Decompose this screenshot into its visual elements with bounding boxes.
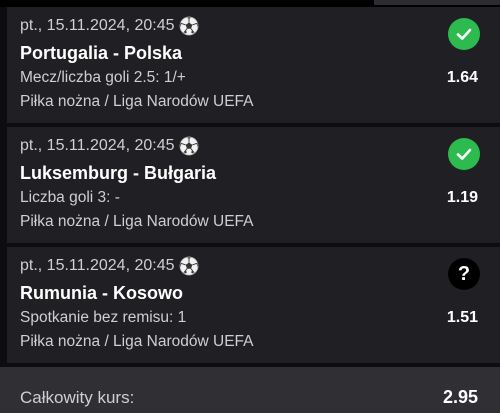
match-name: Rumunia - Kosowo bbox=[20, 283, 183, 303]
checkmark-icon bbox=[448, 138, 480, 170]
bet-date: pt., 15.11.2024, 20:45 bbox=[20, 257, 175, 274]
bet-odds: 1.19 bbox=[446, 189, 478, 206]
total-odds-bar: Całkowity kurs: 2.95 bbox=[0, 367, 500, 413]
league-name: Piłka nożna / Liga Narodów UEFA bbox=[20, 333, 254, 350]
bet-card[interactable]: pt., 15.11.2024, 20:45 Luksemburg - Bułg… bbox=[7, 127, 500, 243]
bet-date-row: pt., 15.11.2024, 20:45 bbox=[20, 16, 199, 36]
bet-date-row: pt., 15.11.2024, 20:45 bbox=[20, 256, 199, 276]
soccer-ball-icon bbox=[179, 136, 198, 156]
match-name: Portugalia - Polska bbox=[20, 43, 183, 63]
bet-market: Spotkanie bez remisu: 1 bbox=[20, 309, 187, 326]
match-name: Luksemburg - Bułgaria bbox=[20, 163, 217, 183]
bet-market: Mecz/liczba goli 2.5: 1/+ bbox=[20, 69, 186, 86]
bet-card[interactable]: pt., 15.11.2024, 20:45 Portugalia - Pols… bbox=[7, 7, 500, 123]
soccer-ball-icon bbox=[179, 16, 198, 36]
total-odds-value: 2.95 bbox=[442, 387, 478, 407]
bet-odds: 1.64 bbox=[446, 69, 478, 86]
bet-date: pt., 15.11.2024, 20:45 bbox=[20, 137, 175, 154]
bet-odds: 1.51 bbox=[446, 309, 478, 326]
total-odds-label: Całkowity kurs: bbox=[20, 388, 135, 407]
soccer-ball-icon bbox=[179, 256, 198, 276]
question-icon: ? bbox=[448, 258, 480, 290]
league-name: Piłka nożna / Liga Narodów UEFA bbox=[20, 93, 254, 110]
top-indicator bbox=[374, 0, 500, 5]
bet-market: Liczba goli 3: - bbox=[20, 189, 120, 206]
bet-date-row: pt., 15.11.2024, 20:45 bbox=[20, 136, 199, 156]
bet-card[interactable]: pt., 15.11.2024, 20:45 Rumunia - Kosowo … bbox=[7, 247, 500, 363]
bet-date: pt., 15.11.2024, 20:45 bbox=[20, 17, 175, 34]
checkmark-icon bbox=[448, 18, 480, 50]
league-name: Piłka nożna / Liga Narodów UEFA bbox=[20, 213, 254, 230]
